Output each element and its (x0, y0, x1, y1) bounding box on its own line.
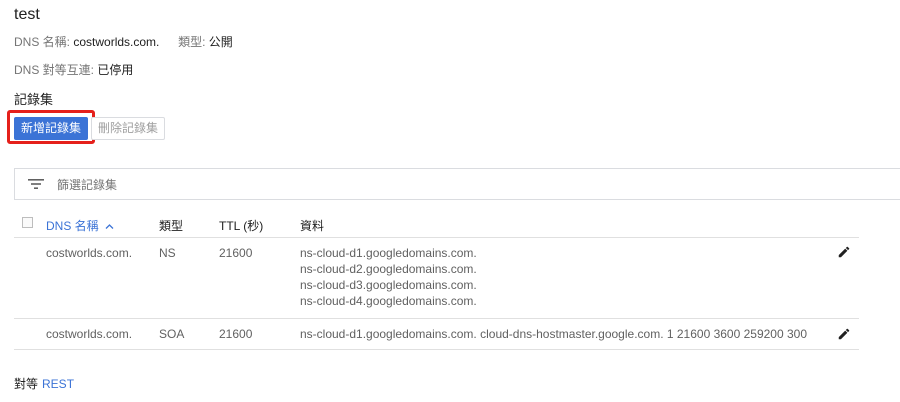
column-header-data[interactable]: 資料 (300, 217, 324, 234)
sort-ascending-icon (105, 224, 114, 229)
select-all-checkbox[interactable] (22, 217, 33, 228)
pencil-icon[interactable] (837, 327, 851, 341)
cell-type: NS (159, 246, 176, 260)
type-value: 公開 (208, 35, 233, 49)
zone-meta: DNS 名稱: costworlds.com. 類型: 公開 (14, 33, 233, 50)
footer-label: 對等 (14, 377, 39, 391)
table-row[interactable]: costworlds.com. SOA 21600 ns-cloud-d1.go… (14, 319, 859, 350)
column-header-dns-name[interactable]: DNS 名稱 (46, 217, 114, 234)
cell-ttl: 21600 (219, 327, 253, 341)
pencil-icon[interactable] (837, 245, 851, 259)
filter-bar[interactable]: 篩選記錄集 (14, 168, 900, 200)
dns-name-value: costworlds.com. (73, 35, 160, 49)
filter-placeholder: 篩選記錄集 (57, 177, 118, 192)
record-sets-table: DNS 名稱 類型 TTL (秒) 資料 costworlds.com. NS … (14, 211, 859, 350)
data-line: ns-cloud-d4.googledomains.com. (300, 294, 477, 308)
record-set-toolbar: 新增記錄集 刪除記錄集 (14, 117, 166, 140)
data-line: ns-cloud-d1.googledomains.com. (300, 246, 477, 260)
column-header-type[interactable]: 類型 (159, 217, 183, 234)
data-line: ns-cloud-d3.googledomains.com. (300, 278, 477, 292)
filter-icon (28, 179, 44, 189)
rest-link[interactable]: REST (42, 377, 74, 391)
cell-type: SOA (159, 327, 185, 341)
column-dns-name-label: DNS 名稱 (46, 219, 99, 233)
table-header: DNS 名稱 類型 TTL (秒) 資料 (14, 211, 859, 238)
column-header-ttl[interactable]: TTL (秒) (219, 217, 263, 234)
cell-dns-name: costworlds.com. (46, 246, 133, 260)
delete-record-set-button[interactable]: 刪除記錄集 (91, 117, 166, 140)
add-record-set-button[interactable]: 新增記錄集 (14, 117, 89, 140)
footer: 對等 REST (14, 375, 74, 392)
cell-data: ns-cloud-d1.googledomains.com. ns-cloud-… (300, 245, 477, 309)
type-label: 類型: (178, 35, 206, 49)
cell-data: ns-cloud-d1.googledomains.com. cloud-dns… (300, 327, 807, 341)
peering-label: DNS 對等互連: (14, 63, 95, 77)
zone-title: test (14, 6, 40, 23)
cell-ttl: 21600 (219, 246, 253, 260)
peering-meta: DNS 對等互連: 已停用 (14, 61, 133, 78)
data-line: ns-cloud-d2.googledomains.com. (300, 262, 477, 276)
cell-dns-name: costworlds.com. (46, 327, 133, 341)
dns-name-label: DNS 名稱: (14, 35, 71, 49)
table-row[interactable]: costworlds.com. NS 21600 ns-cloud-d1.goo… (14, 238, 859, 319)
record-sets-title: 記錄集 (14, 92, 54, 107)
peering-value: 已停用 (97, 63, 134, 77)
